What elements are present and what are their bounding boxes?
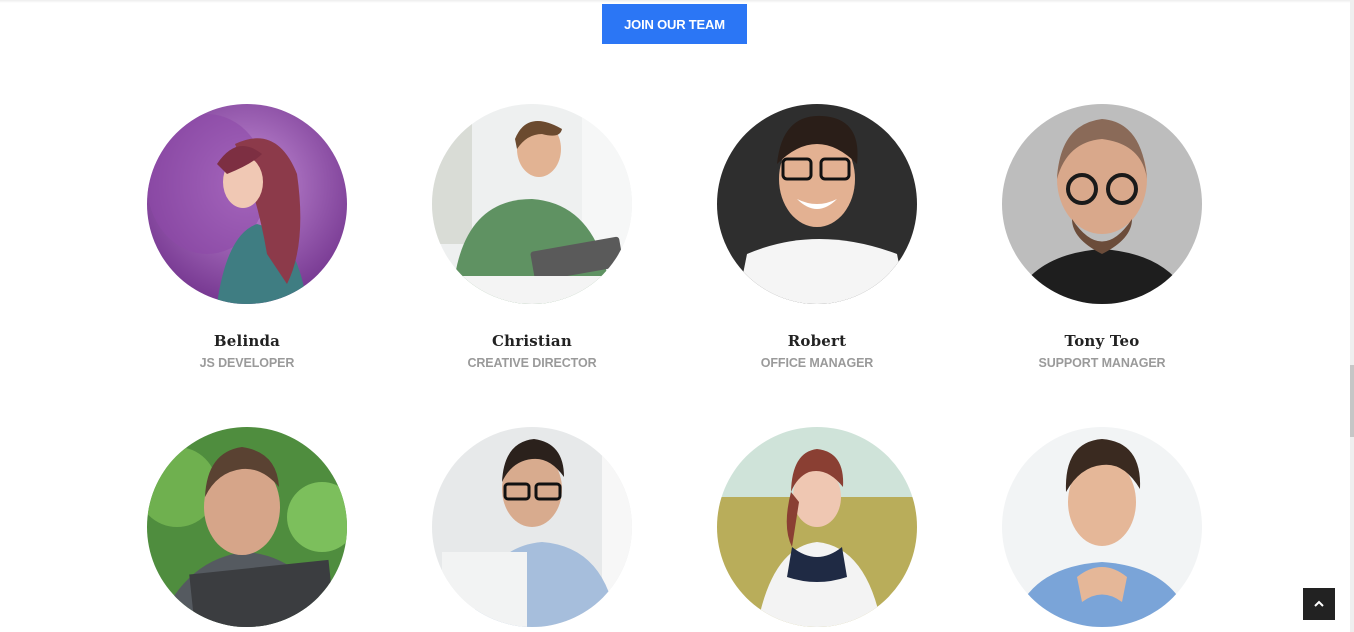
scrollbar-thumb[interactable] (1350, 365, 1354, 437)
member-name: Belinda (213, 332, 281, 350)
team-member-card (972, 427, 1232, 632)
member-photo[interactable] (147, 427, 347, 627)
portrait-member-5 (147, 427, 347, 627)
member-role: JS DEVELOPER (199, 356, 295, 370)
member-photo[interactable] (1002, 104, 1202, 304)
team-member-card (117, 427, 377, 632)
chevron-up-icon (1314, 595, 1324, 613)
team-member-card (687, 427, 947, 632)
portrait-tony-teo (1002, 104, 1202, 304)
team-member-card (402, 427, 662, 632)
scrollbar-track[interactable] (1350, 0, 1354, 632)
member-name: Christian (492, 332, 572, 350)
member-role: SUPPORT MANAGER (1038, 356, 1166, 370)
team-member-card: Belinda JS DEVELOPER (117, 104, 377, 370)
member-photo[interactable] (1002, 427, 1202, 627)
portrait-christian (432, 104, 632, 304)
team-member-card: Robert OFFICE MANAGER (687, 104, 947, 370)
portrait-member-7 (717, 427, 917, 627)
member-photo[interactable] (432, 427, 632, 627)
member-photo[interactable] (717, 427, 917, 627)
portrait-robert (717, 104, 917, 304)
member-role: OFFICE MANAGER (760, 356, 874, 370)
team-page: JOIN OUR TEAM Belinda JS DEVELOPER Chris… (0, 0, 1354, 632)
join-our-team-button[interactable]: JOIN OUR TEAM (602, 4, 747, 44)
member-photo[interactable] (717, 104, 917, 304)
team-member-card: Christian CREATIVE DIRECTOR (402, 104, 662, 370)
member-photo[interactable] (147, 104, 347, 304)
team-member-card: Tony Teo SUPPORT MANAGER (972, 104, 1232, 370)
portrait-member-8 (1002, 427, 1202, 627)
header-shadow (0, 0, 1350, 3)
member-name: Tony Teo (1064, 332, 1140, 350)
back-to-top-button[interactable] (1303, 588, 1335, 620)
member-role: CREATIVE DIRECTOR (467, 356, 597, 370)
portrait-member-6 (432, 427, 632, 627)
member-name: Robert (787, 332, 847, 350)
member-photo[interactable] (432, 104, 632, 304)
portrait-belinda (147, 104, 347, 304)
